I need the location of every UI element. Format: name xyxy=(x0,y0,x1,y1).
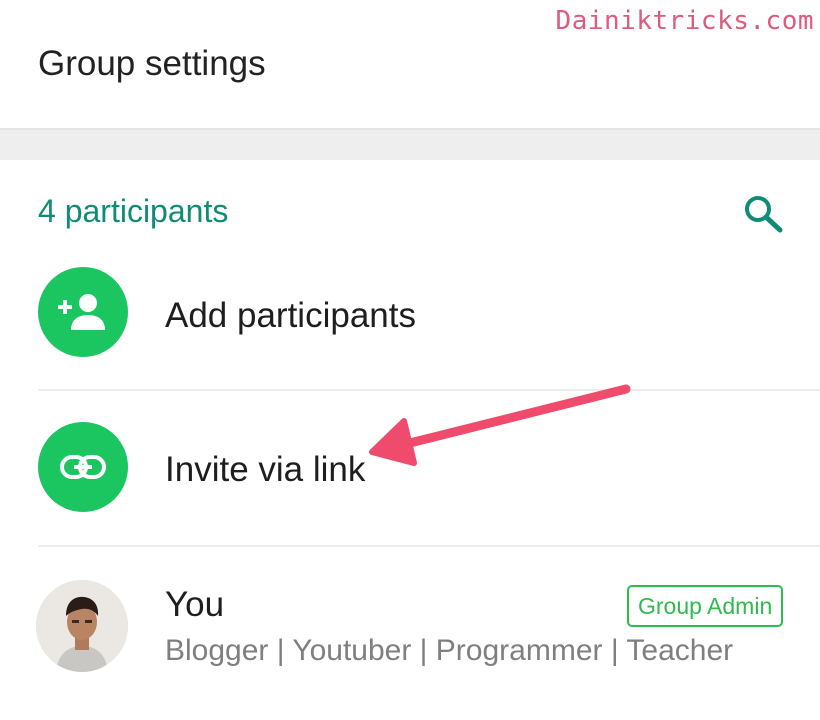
invite-via-link-row[interactable]: Invite via link xyxy=(0,392,820,544)
group-admin-badge: Group Admin xyxy=(627,585,784,627)
member-status: Blogger | Youtuber | Programmer | Teache… xyxy=(165,634,734,667)
watermark: Dainiktricks.com xyxy=(555,6,814,36)
add-person-icon xyxy=(38,267,128,357)
search-icon[interactable] xyxy=(742,193,786,233)
link-icon xyxy=(38,422,128,512)
add-participants-row[interactable]: Add participants xyxy=(0,238,820,390)
member-name: You xyxy=(165,585,225,624)
divider xyxy=(38,389,820,391)
avatar[interactable] xyxy=(36,580,128,672)
participants-count: 4 participants xyxy=(38,193,229,229)
add-participants-label: Add participants xyxy=(165,296,416,335)
section-divider xyxy=(0,128,820,160)
group-settings-item[interactable]: Group settings xyxy=(38,44,266,84)
invite-via-link-label: Invite via link xyxy=(165,450,366,489)
divider xyxy=(38,545,820,547)
